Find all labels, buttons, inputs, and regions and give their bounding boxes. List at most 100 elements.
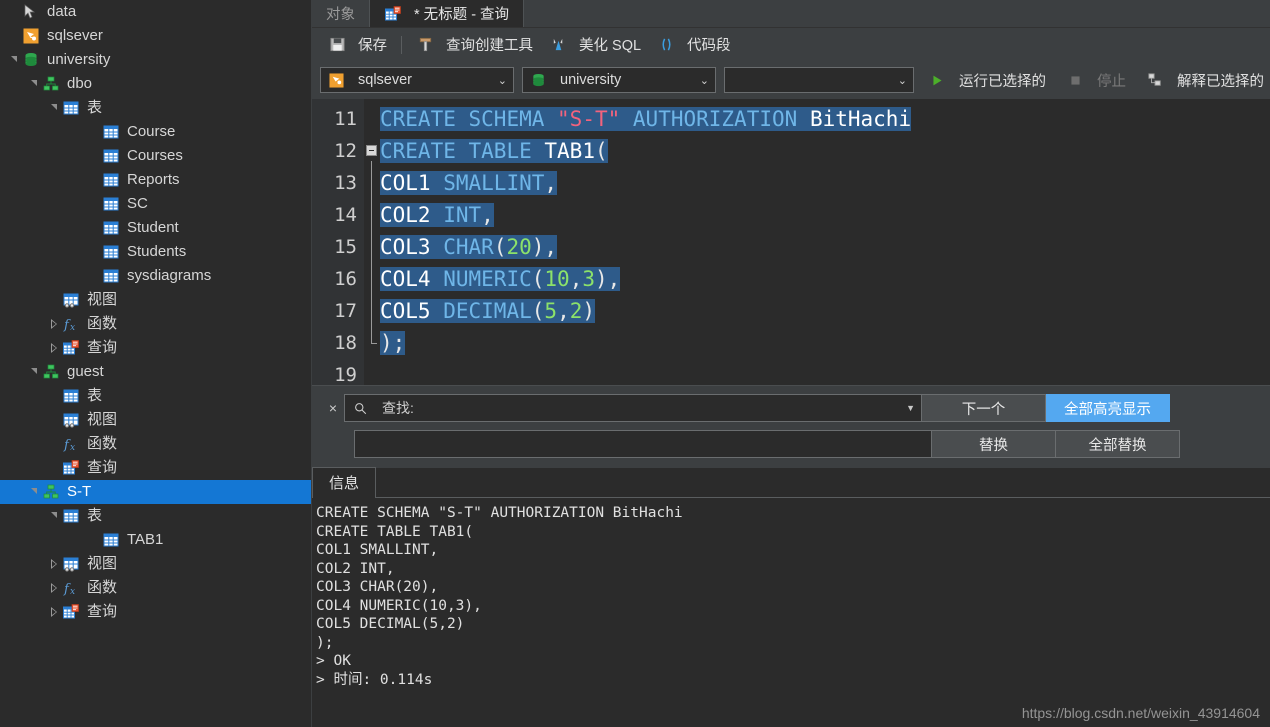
tree-item-dbo[interactable]: dbo [0, 72, 311, 96]
beautify-sql-button[interactable]: 美化 SQL [541, 32, 649, 57]
query-icon [62, 339, 80, 357]
collapse-triangle-icon[interactable] [46, 96, 62, 120]
tree-item-university[interactable]: university [0, 48, 311, 72]
replace-button[interactable]: 替换 [932, 430, 1056, 458]
find-next-button[interactable]: 下一个 [922, 394, 1046, 422]
function-icon: fx [62, 315, 80, 333]
expand-triangle-icon[interactable] [46, 312, 62, 336]
fold-cell[interactable] [364, 135, 380, 167]
tree-item--[interactable]: f x 函数 [0, 576, 311, 600]
code-line[interactable]: CREATE TABLE TAB1( [380, 135, 1270, 167]
tree-item-sysdiagrams[interactable]: sysdiagrams [0, 264, 311, 288]
tree-item--[interactable]: 表 [0, 504, 311, 528]
connection-toolbar[interactable]: sqlsever ⌄ university ⌄ ⌄ 运行已选择的 停止 解释已选… [312, 61, 1270, 99]
query-icon [62, 603, 80, 621]
tree-item--[interactable]: 查询 [0, 456, 311, 480]
database-select[interactable]: university ⌄ [522, 67, 716, 93]
tree-item-guest[interactable]: guest [0, 360, 311, 384]
collapse-triangle-icon[interactable] [26, 72, 42, 96]
find-input[interactable]: 查找: ▼ [344, 394, 922, 422]
stop-button[interactable]: 停止 [1060, 70, 1132, 91]
code-line[interactable]: COL4 NUMERIC(10,3), [380, 263, 1270, 295]
code-token: CREATE [380, 139, 456, 163]
expand-triangle-icon[interactable] [46, 600, 62, 624]
code-area[interactable]: CREATE SCHEMA "S-T" AUTHORIZATION BitHac… [380, 99, 1270, 385]
replace-all-button[interactable]: 全部替换 [1056, 430, 1180, 458]
collapse-triangle-icon[interactable] [26, 480, 42, 504]
tree-item--[interactable]: f x 函数 [0, 312, 311, 336]
explain-selected-button[interactable]: 解释已选择的 [1140, 70, 1270, 91]
sparkle-icon [549, 36, 567, 54]
code-token: , [481, 203, 494, 227]
code-token: 2 [569, 299, 583, 323]
fold-collapse-icon[interactable] [366, 145, 377, 156]
code-snippet-button[interactable]: 代码段 [649, 32, 739, 57]
expand-triangle-icon[interactable] [46, 576, 62, 600]
collapse-triangle-icon[interactable] [46, 504, 62, 528]
object-tree-sidebar[interactable]: data sqlsever university dbo 表 Course Courses R… [0, 0, 312, 727]
code-line[interactable]: COL1 SMALLINT, [380, 167, 1270, 199]
tab-objects[interactable]: 对象 [312, 0, 370, 27]
tree-item-student[interactable]: Student [0, 216, 311, 240]
editor-toolbar[interactable]: 保存 查询创建工具 美化 SQL 代码段 [312, 28, 1270, 61]
tree-item-sqlsever[interactable]: sqlsever [0, 24, 311, 48]
tree-item--[interactable]: f x 函数 [0, 432, 311, 456]
schema-select[interactable]: ⌄ [724, 67, 914, 93]
tree-item-course[interactable]: Course [0, 120, 311, 144]
code-line[interactable]: COL3 CHAR(20), [380, 231, 1270, 263]
find-replace-panel[interactable]: × 查找: ▼ 下一个 全部高亮显示 替换 全部替换 [312, 385, 1270, 468]
sql-editor[interactable]: 11 12 13 14 15 16 17 18 19 CREATE SCHEMA "S-T" A… [312, 99, 1270, 385]
replace-input[interactable] [354, 430, 932, 458]
tree-item-sc[interactable]: SC [0, 192, 311, 216]
code-line[interactable]: COL2 INT, [380, 199, 1270, 231]
expand-triangle-icon[interactable] [46, 552, 62, 576]
message-panel: 信息 CREATE SCHEMA "S-T" AUTHORIZATION Bit… [312, 467, 1270, 727]
line-number: 16 [334, 268, 357, 290]
save-button[interactable]: 保存 [320, 32, 395, 57]
tree-item--[interactable]: 查询 [0, 600, 311, 624]
query-builder-button[interactable]: 查询创建工具 [408, 32, 541, 57]
tab-query[interactable]: * 无标题 - 查询 [370, 0, 525, 27]
fold-gutter[interactable] [364, 99, 380, 385]
tree-item--[interactable]: 视图 [0, 552, 311, 576]
tree-item--[interactable]: 查询 [0, 336, 311, 360]
collapse-triangle-icon[interactable] [6, 48, 22, 72]
table-icon [102, 267, 120, 285]
message-tab-strip[interactable]: 信息 [312, 467, 1270, 498]
code-token: , [569, 267, 583, 291]
tab-strip-filler [524, 0, 1270, 27]
tree-item-s-t[interactable]: S-T [0, 480, 311, 504]
tree-item--[interactable]: 表 [0, 384, 311, 408]
tree-item-tab1[interactable]: TAB1 [0, 528, 311, 552]
view-icon [62, 411, 80, 429]
code-line[interactable]: COL5 DECIMAL(5,2) [380, 295, 1270, 327]
code-token: COL5 [380, 299, 431, 323]
code-token: ( [594, 139, 608, 163]
toolbar-separator [401, 35, 402, 54]
highlight-all-button[interactable]: 全部高亮显示 [1046, 394, 1170, 422]
tab-messages[interactable]: 信息 [312, 467, 377, 498]
query-icon [62, 459, 80, 477]
code-line[interactable]: ); [380, 327, 1270, 359]
tree-item-label: sysdiagrams [127, 267, 212, 284]
code-line[interactable] [380, 359, 1270, 385]
tab-strip[interactable]: 对象 * 无标题 - 查询 [312, 0, 1270, 28]
expand-triangle-icon[interactable] [46, 336, 62, 360]
tree-item-reports[interactable]: Reports [0, 168, 311, 192]
tree-item--[interactable]: 视图 [0, 408, 311, 432]
tree-item-courses[interactable]: Courses [0, 144, 311, 168]
run-selected-button[interactable]: 运行已选择的 [922, 70, 1052, 91]
tree-item-label: 函数 [87, 435, 118, 452]
tree-item-label: 查询 [87, 339, 118, 356]
tree-item-data[interactable]: data [0, 0, 311, 24]
find-history-dropdown-icon[interactable]: ▼ [906, 403, 915, 413]
tree-item--[interactable]: 表 [0, 96, 311, 120]
collapse-triangle-icon[interactable] [26, 360, 42, 384]
close-find-icon[interactable]: × [322, 400, 344, 416]
tree-item-students[interactable]: Students [0, 240, 311, 264]
tree-item--[interactable]: 视图 [0, 288, 311, 312]
tree-item-label: 表 [87, 387, 103, 404]
connection-select[interactable]: sqlsever ⌄ [320, 67, 514, 93]
code-line[interactable]: CREATE SCHEMA "S-T" AUTHORIZATION BitHac… [380, 103, 1270, 135]
